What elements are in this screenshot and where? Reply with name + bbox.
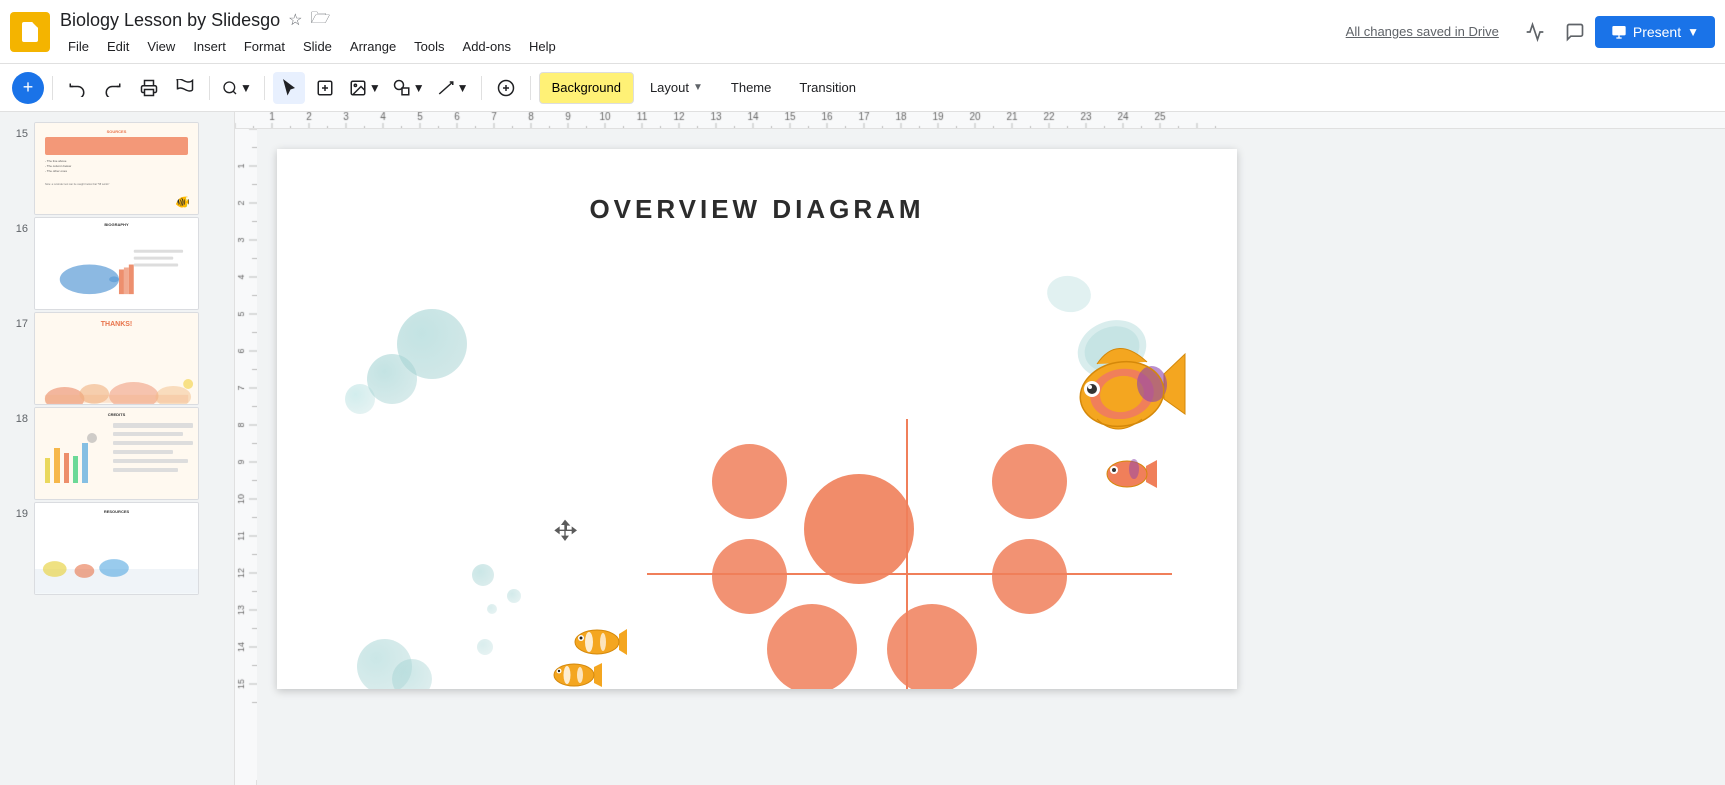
slide-canvas[interactable]: OVERVIEW DIAGRAM	[277, 149, 1237, 689]
bubble-4	[472, 564, 494, 586]
bubble-5	[507, 589, 521, 603]
slide-num-17: 17	[8, 318, 28, 330]
diagram-circle-tl[interactable]	[712, 444, 787, 519]
slide-preview-19[interactable]: RESOURCES	[34, 502, 199, 595]
diagram-center-circle[interactable]	[804, 474, 914, 584]
slide-panel: 15 SOURCES - The line above - The column…	[0, 112, 235, 785]
slide-preview-16[interactable]: BIOGRAPHY	[34, 217, 199, 310]
ruler-vertical	[235, 129, 257, 785]
add-button[interactable]: +	[12, 72, 44, 104]
diagram-circle-bl[interactable]	[712, 539, 787, 614]
slide-thumb-17[interactable]: 17 THANKS!	[8, 312, 226, 405]
folder-icon[interactable]: 🗁	[310, 7, 330, 34]
transition-button[interactable]: Transition	[787, 76, 868, 99]
menu-edit[interactable]: Edit	[99, 36, 137, 57]
slide-title: OVERVIEW DIAGRAM	[277, 194, 1237, 225]
shapes-button[interactable]: ▼	[389, 72, 429, 104]
slide-preview-18[interactable]: CREDITS	[34, 407, 199, 500]
save-status: All changes saved in Drive	[1346, 24, 1499, 39]
menu-view[interactable]: View	[139, 36, 183, 57]
menu-addons[interactable]: Add-ons	[455, 36, 519, 57]
layout-button[interactable]: Layout ▼	[638, 76, 715, 99]
background-button[interactable]: Background	[539, 72, 634, 104]
slide-thumb-19[interactable]: 19 RESOURCES	[8, 502, 226, 595]
theme-button[interactable]: Theme	[719, 76, 783, 99]
bubble-8	[392, 659, 432, 689]
textbox-button[interactable]	[309, 72, 341, 104]
diagram-circle-br[interactable]	[992, 539, 1067, 614]
small-fish	[1102, 454, 1157, 499]
slide-num-19: 19	[8, 508, 28, 520]
menu-slide[interactable]: Slide	[295, 36, 340, 57]
toolbar: + ▼ ▼ ▼ ▼	[0, 64, 1725, 112]
ruler-horizontal	[235, 112, 1725, 129]
app-icon	[10, 12, 50, 52]
menu-insert[interactable]: Insert	[185, 36, 234, 57]
present-button[interactable]: Present ▼	[1595, 16, 1715, 48]
menu-file[interactable]: File	[60, 36, 97, 57]
undo-button[interactable]	[61, 72, 93, 104]
slide-thumb-18[interactable]: 18 CREDITS	[8, 407, 226, 500]
redo-button[interactable]	[97, 72, 129, 104]
slide-num-18: 18	[8, 413, 28, 425]
lines-button[interactable]: ▼	[433, 72, 473, 104]
canvas-area[interactable]: OVERVIEW DIAGRAM	[257, 129, 1725, 785]
slide-thumb-15[interactable]: 15 SOURCES - The line above - The column…	[8, 122, 226, 215]
bubble-6	[487, 604, 497, 614]
slide-thumb-16[interactable]: 16 BIOGRAPHY	[8, 217, 226, 310]
clownfish-2	[547, 659, 602, 689]
present-dropdown-arrow[interactable]: ▼	[1687, 25, 1699, 39]
present-label: Present	[1633, 24, 1681, 40]
bubble-9	[477, 639, 493, 655]
bubble-3	[345, 384, 375, 414]
document-title[interactable]: Biology Lesson by Slidesgo	[60, 10, 280, 31]
menu-bar: File Edit View Insert Format Slide Arran…	[60, 36, 564, 57]
top-bar: Biology Lesson by Slidesgo ☆ 🗁 File Edit…	[0, 0, 1725, 64]
deco-blob-2	[1042, 269, 1097, 324]
paint-format-button[interactable]	[169, 72, 201, 104]
title-area: Biology Lesson by Slidesgo ☆ 🗁 File Edit…	[60, 7, 564, 57]
slide-num-16: 16	[8, 223, 28, 235]
diagram-circle-bcl[interactable]	[767, 604, 857, 689]
select-tool-button[interactable]	[273, 72, 305, 104]
menu-arrange[interactable]: Arrange	[342, 36, 404, 57]
menu-format[interactable]: Format	[236, 36, 293, 57]
exotic-fish	[1067, 324, 1187, 459]
comments-icon[interactable]	[1555, 12, 1595, 52]
print-button[interactable]	[133, 72, 165, 104]
diagram-circle-tr[interactable]	[992, 444, 1067, 519]
editor-content: OVERVIEW DIAGRAM	[235, 129, 1725, 785]
star-icon[interactable]: ☆	[288, 10, 302, 30]
main-area: 15 SOURCES - The line above - The column…	[0, 112, 1725, 785]
diagram-circle-bcr[interactable]	[887, 604, 977, 689]
slide-preview-15[interactable]: SOURCES - The line above - The column be…	[34, 122, 199, 215]
activity-icon[interactable]	[1515, 12, 1555, 52]
insert-comment-button[interactable]	[490, 72, 522, 104]
slide-preview-17[interactable]: THANKS!	[34, 312, 199, 405]
menu-help[interactable]: Help	[521, 36, 564, 57]
move-cursor	[549, 517, 581, 556]
image-button[interactable]: ▼	[345, 72, 385, 104]
editor-area: OVERVIEW DIAGRAM	[235, 112, 1725, 785]
menu-tools[interactable]: Tools	[406, 36, 452, 57]
zoom-button[interactable]: ▼	[218, 72, 256, 104]
slide-num-15: 15	[8, 128, 28, 140]
